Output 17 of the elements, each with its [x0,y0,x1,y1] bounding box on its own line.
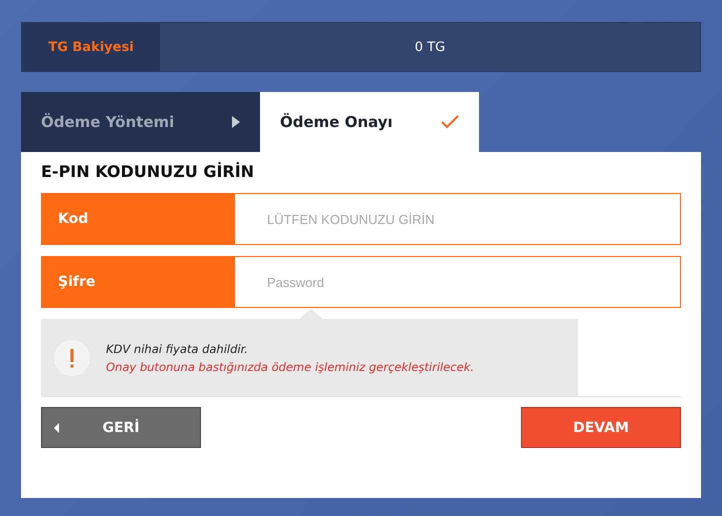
notice-text: Onay butonuna bastığınızda ödeme işleminiz gerçekleştirilecek. [106,360,474,374]
step-tab[interactable]: Ödeme Yöntemi [21,92,260,152]
field-label: Şifre [41,256,235,308]
field-label: Kod [41,193,235,245]
nav-button[interactable]: GERİ [41,407,201,448]
notice-text: KDV nihai fiyata dahildir. [106,342,249,356]
caret-left-icon [54,423,59,433]
input-field[interactable]: LÜTFEN KODUNUZU GİRİN [235,193,681,245]
form-title: E-PIN KODUNUZU GİRİN [41,161,256,183]
balance-value: 0 TG [414,38,446,56]
nav-button[interactable]: DEVAM [521,407,681,448]
check-icon [441,115,459,129]
caret-right-icon [232,116,240,128]
input-field[interactable]: Password [235,256,681,308]
warning-icon [54,340,90,376]
step-tab[interactable]: Ödeme Onayı [260,92,479,152]
balance-label: TG Bakiyesi [22,23,160,71]
